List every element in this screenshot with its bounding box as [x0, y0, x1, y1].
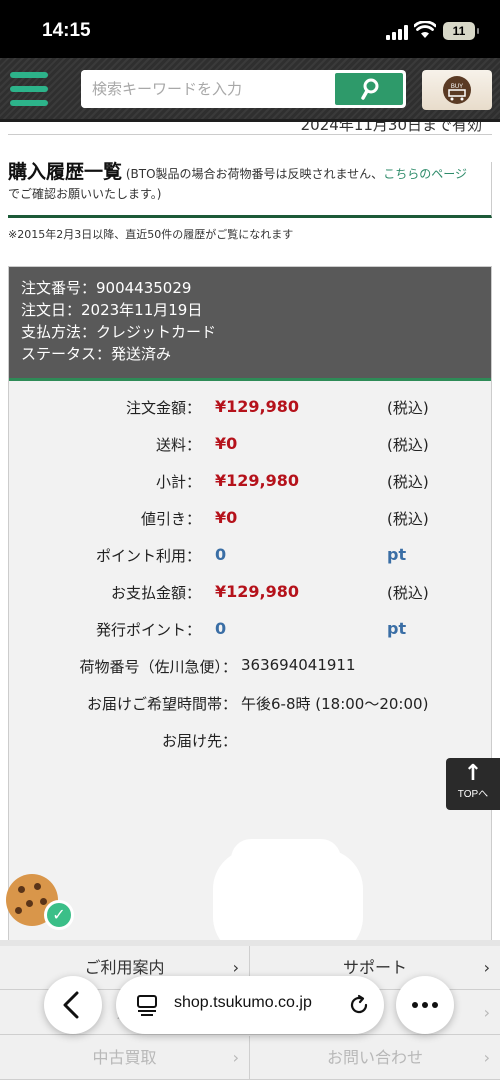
- tabs-icon[interactable]: [136, 994, 158, 1016]
- subtotal: ¥129,980: [215, 471, 300, 490]
- back-to-top-button[interactable]: ↑ TOPへ: [446, 758, 500, 810]
- redaction-mark: [231, 839, 341, 879]
- summary-row: 送料： ¥0 (税込): [155, 434, 429, 454]
- site-header: BUY: [0, 58, 500, 122]
- cookie-consent-button[interactable]: ✓: [6, 874, 74, 930]
- more-options-button[interactable]: [396, 976, 454, 1034]
- summary-row: 値引き： ¥0 (税込): [140, 508, 429, 528]
- search-icon: [361, 78, 379, 100]
- order-status: ステータス：発送済み: [21, 345, 172, 363]
- payment-method: 支払方法：クレジットカード: [21, 323, 217, 341]
- footer-row: 中古買取 › お問い合わせ ›: [0, 1036, 500, 1080]
- cart-label: BUY: [451, 84, 463, 90]
- search-box: [81, 70, 406, 108]
- history-notice: ※2015年2月3日以降、直近50件の履歴がご覧になれます: [8, 228, 294, 241]
- order-date: 注文日：2023年11月19日: [21, 301, 203, 319]
- tracking-number: 363694041911: [241, 656, 356, 674]
- wifi-icon: [414, 21, 436, 38]
- discount: ¥0: [215, 508, 238, 527]
- order-card: 注文番号：9004435029 注文日：2023年11月19日 支払方法：クレジ…: [8, 266, 492, 940]
- battery-icon: 11: [443, 22, 479, 40]
- order-number: 注文番号：9004435029: [21, 279, 192, 297]
- summary-row: お支払金額： ¥129,980 (税込): [110, 582, 429, 602]
- heading-note: (BTO製品の場合お荷物番号は反映されません、: [125, 167, 384, 181]
- detail-row: お届け先：: [161, 732, 237, 750]
- detail-row: お届けご希望時間帯： 午後6-8時 (18:00～20:00): [86, 695, 429, 713]
- status-bar: 14:15 11: [0, 0, 500, 58]
- footer-link-buyback[interactable]: 中古買取 ›: [0, 1036, 250, 1080]
- divider: [8, 134, 492, 135]
- chevron-right-icon: ›: [483, 958, 490, 977]
- clock: 14:15: [42, 20, 91, 41]
- cart-button[interactable]: BUY: [422, 70, 492, 110]
- chevron-right-icon: ›: [483, 1048, 490, 1067]
- order-header: 注文番号：9004435029 注文日：2023年11月19日 支払方法：クレジ…: [9, 267, 491, 381]
- reload-icon[interactable]: [348, 994, 370, 1016]
- order-amount: ¥129,980: [215, 397, 300, 416]
- detail-row: 荷物番号（佐川急便）： 363694041911: [79, 656, 356, 676]
- address-bar[interactable]: shop.tsukumo.co.jp: [116, 976, 384, 1034]
- signal-icon: [386, 24, 410, 40]
- points-issued: 0: [215, 619, 227, 638]
- page-title: 購入履歴一覧: [8, 161, 123, 183]
- url-text: shop.tsukumo.co.jp: [174, 994, 312, 1011]
- help-page-link[interactable]: こちらのページ: [383, 167, 467, 181]
- summary-row: ポイント利用： 0 pt: [95, 545, 407, 565]
- check-icon: ✓: [44, 900, 74, 930]
- points-used: 0: [215, 545, 227, 564]
- arrow-up-icon: ↑: [463, 761, 483, 786]
- main-content: 2024年11月30日まで有効 購入履歴一覧 (BTO製品の場合お荷物番号は反映…: [0, 122, 500, 940]
- history-heading: 購入履歴一覧 (BTO製品の場合お荷物番号は反映されません、こちらのページ でご…: [8, 162, 492, 218]
- chevron-right-icon: ›: [232, 1048, 239, 1067]
- search-input[interactable]: [81, 70, 334, 108]
- shipping-fee: ¥0: [215, 434, 238, 453]
- chevron-right-icon: ›: [483, 1003, 490, 1022]
- more-icon: [412, 1002, 438, 1008]
- hamburger-menu-button[interactable]: [10, 72, 48, 106]
- summary-row: 小計： ¥129,980 (税込): [155, 471, 429, 491]
- footer-link-contact[interactable]: お問い合わせ ›: [250, 1036, 500, 1080]
- delivery-time: 午後6-8時 (18:00～20:00): [241, 695, 429, 713]
- heading-note-end: でご確認お願いいたします。): [8, 187, 162, 201]
- search-button[interactable]: [334, 72, 404, 106]
- summary-row: 注文金額： ¥129,980 (税込): [125, 397, 429, 417]
- summary-row: 発行ポイント： 0 pt: [95, 619, 407, 639]
- chevron-left-icon: [63, 991, 79, 1019]
- cart-icon: BUY: [443, 76, 471, 104]
- browser-back-button[interactable]: [44, 976, 102, 1034]
- payment-amount: ¥129,980: [215, 582, 300, 601]
